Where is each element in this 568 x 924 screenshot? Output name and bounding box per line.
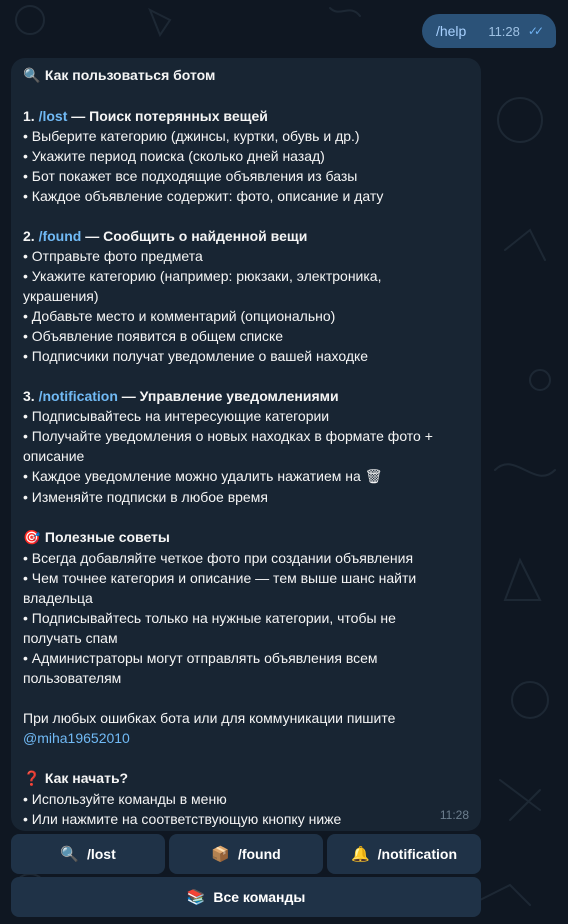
section-title: — Управление уведомлениями xyxy=(117,388,339,404)
notification-command-link[interactable]: /notification xyxy=(39,388,118,404)
list-item: • Подписывайтесь только на нужные катего… xyxy=(23,610,396,626)
lost-button-label: /lost xyxy=(86,846,116,862)
list-item: описание xyxy=(23,448,85,464)
found-command-link[interactable]: /found xyxy=(39,228,82,244)
section-number: 2. xyxy=(23,228,35,244)
notification-button-label: /notification xyxy=(377,846,457,862)
notification-button[interactable]: 🔔 /notification xyxy=(327,834,481,874)
contact-handle-link[interactable]: @miha19652010 xyxy=(23,730,130,746)
all-commands-button-label: Все команды xyxy=(213,889,306,905)
inline-keyboard-row-1: 🔍 /lost 📦 /found 🔔 /notification xyxy=(11,834,481,874)
list-item: • Каждое уведомление можно удалить нажат… xyxy=(23,466,467,487)
tips-title: Полезные советы xyxy=(44,529,170,545)
list-item: • Чем точнее категория и описание — тем … xyxy=(23,570,417,586)
list-item: пользователям xyxy=(23,670,122,686)
all-commands-button[interactable]: 📚 Все команды xyxy=(11,877,481,917)
list-item: • Отправьте фото предмета xyxy=(23,248,203,264)
list-item: • Получайте уведомления о новых находках… xyxy=(23,428,433,444)
section-found-heading: 2. /found — Сообщить о найденной вещи xyxy=(23,226,467,246)
outgoing-timestamp: 11:28 xyxy=(488,23,520,39)
inline-keyboard-row-2: 📚 Все команды xyxy=(11,877,481,917)
list-item: • Администраторы могут отправлять объявл… xyxy=(23,650,378,666)
tips-heading: 🎯 Полезные советы xyxy=(23,527,467,548)
list-item: получать спам xyxy=(23,630,118,646)
list-item: • Всегда добавляйте четкое фото при созд… xyxy=(23,550,414,566)
list-item: • Подписчики получат уведомление о вашей… xyxy=(23,348,369,364)
start-heading: ❓ Как начать? xyxy=(23,768,467,789)
list-item: владельца xyxy=(23,590,93,606)
list-item: • Используйте команды в меню xyxy=(23,791,227,807)
list-item: • Укажите период поиска (сколько дней на… xyxy=(23,148,325,164)
list-item: • Или нажмите на соответствующую кнопку … xyxy=(23,811,342,827)
chat-background: /help 11:28 ✓✓ 🔍 Как пользоваться ботом … xyxy=(0,0,568,924)
contact-text: При любых ошибках бота или для коммуника… xyxy=(23,710,396,726)
list-item: • Подписывайтесь на интересующие категор… xyxy=(23,408,330,424)
help-header-text: Как пользоваться ботом xyxy=(44,67,216,83)
list-item: • Бот покажет все подходящие объявления … xyxy=(23,168,358,184)
section-title: — Поиск потерянных вещей xyxy=(67,108,268,124)
lost-button[interactable]: 🔍 /lost xyxy=(11,834,165,874)
incoming-message: 🔍 Как пользоваться ботом 1. /lost — Поис… xyxy=(11,58,481,831)
list-item: • Укажите категорию (например: рюкзаки, … xyxy=(23,268,382,284)
list-item-text: • Каждое уведомление можно удалить нажат… xyxy=(23,468,361,484)
list-item: • Выберите категорию (джинсы, куртки, об… xyxy=(23,128,360,144)
list-item: • Изменяйте подписки в любое время xyxy=(23,489,268,505)
question-icon: ❓ xyxy=(23,771,41,787)
help-header: 🔍 Как пользоваться ботом xyxy=(23,65,467,86)
section-notification-heading: 3. /notification — Управление уведомлени… xyxy=(23,386,467,406)
magnifier-icon: 🔍 xyxy=(60,845,79,863)
list-item: • Добавьте место и комментарий (опционал… xyxy=(23,308,336,324)
section-title: — Сообщить о найденной вещи xyxy=(81,228,308,244)
start-title: Как начать? xyxy=(44,770,129,786)
section-number: 3. xyxy=(23,388,35,404)
list-item: • Объявление появится в общем списке xyxy=(23,328,284,344)
double-check-icon: ✓✓ xyxy=(527,24,544,38)
incoming-timestamp: 11:28 xyxy=(439,808,469,822)
package-icon: 📦 xyxy=(211,845,230,863)
list-item: украшения) xyxy=(23,288,99,304)
target-icon: 🎯 xyxy=(23,530,41,546)
bell-icon: 🔔 xyxy=(350,845,370,863)
outgoing-command-text[interactable]: /help xyxy=(436,23,466,39)
magnifier-icon: 🔍 xyxy=(23,68,41,84)
section-lost-heading: 1. /lost — Поиск потерянных вещей xyxy=(23,106,467,126)
list-item: • Каждое объявление содержит: фото, опис… xyxy=(23,188,384,204)
trash-icon: 🗑 xyxy=(364,469,383,485)
lost-command-link[interactable]: /lost xyxy=(39,108,68,124)
found-button-label: /found xyxy=(237,846,281,862)
books-icon: 📚 xyxy=(186,888,206,906)
outgoing-message[interactable]: /help 11:28 ✓✓ xyxy=(421,14,556,48)
found-button[interactable]: 📦 /found xyxy=(169,834,323,874)
section-number: 1. xyxy=(23,108,35,124)
